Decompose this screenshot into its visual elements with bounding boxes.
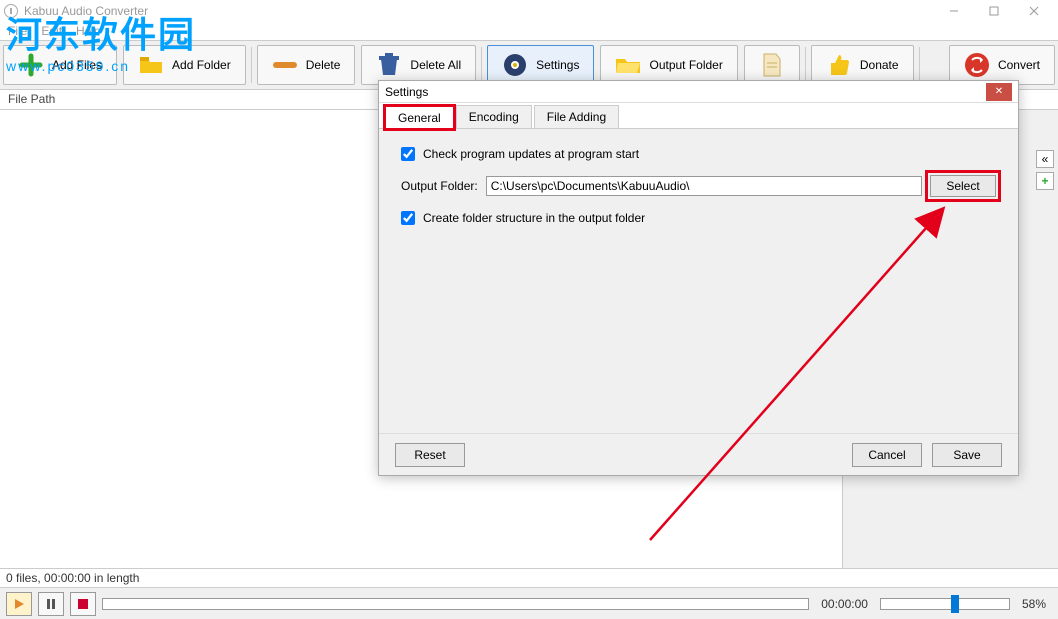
dialog-title: Settings <box>385 85 428 99</box>
create-structure-label: Create folder structure in the output fo… <box>423 211 645 225</box>
menu-edit[interactable]: Edit <box>41 24 62 38</box>
add-files-button[interactable]: Add Files <box>3 45 117 85</box>
output-folder-label: Output Folder <box>649 58 722 72</box>
add-folder-button[interactable]: Add Folder <box>123 45 246 85</box>
delete-all-button[interactable]: Delete All <box>361 45 476 85</box>
tab-file-adding[interactable]: File Adding <box>534 105 619 128</box>
app-icon <box>4 4 18 18</box>
convert-icon <box>964 52 990 78</box>
close-button[interactable] <box>1014 0 1054 22</box>
play-button[interactable] <box>6 592 32 616</box>
output-folder-label: Output Folder: <box>401 179 478 193</box>
settings-label: Settings <box>536 58 579 72</box>
pause-button[interactable] <box>38 592 64 616</box>
column-filepath[interactable]: File Path <box>8 92 55 106</box>
tab-general[interactable]: General <box>385 106 454 129</box>
minimize-button[interactable] <box>934 0 974 22</box>
select-label: Select <box>946 179 979 193</box>
tab-general-label: General <box>398 111 441 125</box>
trash-icon <box>376 52 402 78</box>
dialog-tabs: General Encoding File Adding <box>379 103 1018 129</box>
folder-icon <box>138 52 164 78</box>
plus-icon <box>18 52 44 78</box>
select-folder-button[interactable]: Select <box>930 175 996 197</box>
separator <box>251 47 252 83</box>
delete-label: Delete <box>306 58 341 72</box>
window-titlebar: Kabuu Audio Converter <box>0 0 1058 22</box>
status-bar: 0 files, 00:00:00 in length <box>0 568 1058 587</box>
time-display: 00:00:00 <box>815 597 874 611</box>
donate-label: Donate <box>860 58 899 72</box>
menu-bar: File Edit Help <box>0 22 1058 40</box>
document-icon <box>759 52 785 78</box>
dialog-close-button[interactable]: ✕ <box>986 83 1012 101</box>
separator <box>919 47 920 83</box>
menu-help[interactable]: Help <box>76 24 101 38</box>
tab-encoding[interactable]: Encoding <box>456 105 532 128</box>
reset-label: Reset <box>414 448 445 462</box>
delete-button[interactable]: Delete <box>257 45 356 85</box>
folder-open-icon <box>615 52 641 78</box>
tab-encoding-label: Encoding <box>469 110 519 124</box>
cancel-label: Cancel <box>868 448 905 462</box>
reset-button[interactable]: Reset <box>395 443 465 467</box>
donate-button[interactable]: Donate <box>811 45 914 85</box>
check-updates-label: Check program updates at program start <box>423 147 639 161</box>
cancel-button[interactable]: Cancel <box>852 443 922 467</box>
output-folder-input[interactable] <box>486 176 922 196</box>
chevrons-icon: « <box>1042 152 1049 166</box>
add-folder-label: Add Folder <box>172 58 231 72</box>
delete-all-label: Delete All <box>410 58 461 72</box>
volume-percent: 58% <box>1016 597 1052 611</box>
output-folder-button[interactable]: Output Folder <box>600 45 737 85</box>
settings-button[interactable]: Settings <box>487 45 594 85</box>
separator <box>481 47 482 83</box>
check-updates-checkbox[interactable] <box>401 147 415 161</box>
thumbs-up-icon <box>826 52 852 78</box>
save-button[interactable]: Save <box>932 443 1002 467</box>
gear-icon <box>502 52 528 78</box>
convert-button[interactable]: Convert <box>949 45 1055 85</box>
add-files-label: Add Files <box>52 58 102 72</box>
player-bar: 00:00:00 58% <box>0 587 1058 619</box>
status-text: 0 files, 00:00:00 in length <box>6 571 139 585</box>
create-structure-checkbox[interactable] <box>401 211 415 225</box>
tab-fileadding-label: File Adding <box>547 110 606 124</box>
add-panel-button[interactable]: + <box>1036 172 1054 190</box>
dialog-titlebar: Settings ✕ <box>379 81 1018 103</box>
seek-track[interactable] <box>102 598 809 610</box>
menu-file[interactable]: File <box>8 24 27 38</box>
app-title: Kabuu Audio Converter <box>24 4 148 18</box>
minus-icon <box>272 52 298 78</box>
dialog-body: Check program updates at program start O… <box>379 129 1018 243</box>
convert-label: Convert <box>998 58 1040 72</box>
volume-thumb[interactable] <box>951 595 959 613</box>
maximize-button[interactable] <box>974 0 1014 22</box>
stop-button[interactable] <box>70 592 96 616</box>
separator <box>805 47 806 83</box>
save-label: Save <box>953 448 980 462</box>
blank-button[interactable] <box>744 45 800 85</box>
settings-dialog: Settings ✕ General Encoding File Adding … <box>378 80 1019 476</box>
dialog-footer: Reset Cancel Save <box>379 433 1018 475</box>
volume-slider[interactable] <box>880 598 1010 610</box>
plus-small-icon: + <box>1041 174 1048 188</box>
collapse-panel-button[interactable]: « <box>1036 150 1054 168</box>
